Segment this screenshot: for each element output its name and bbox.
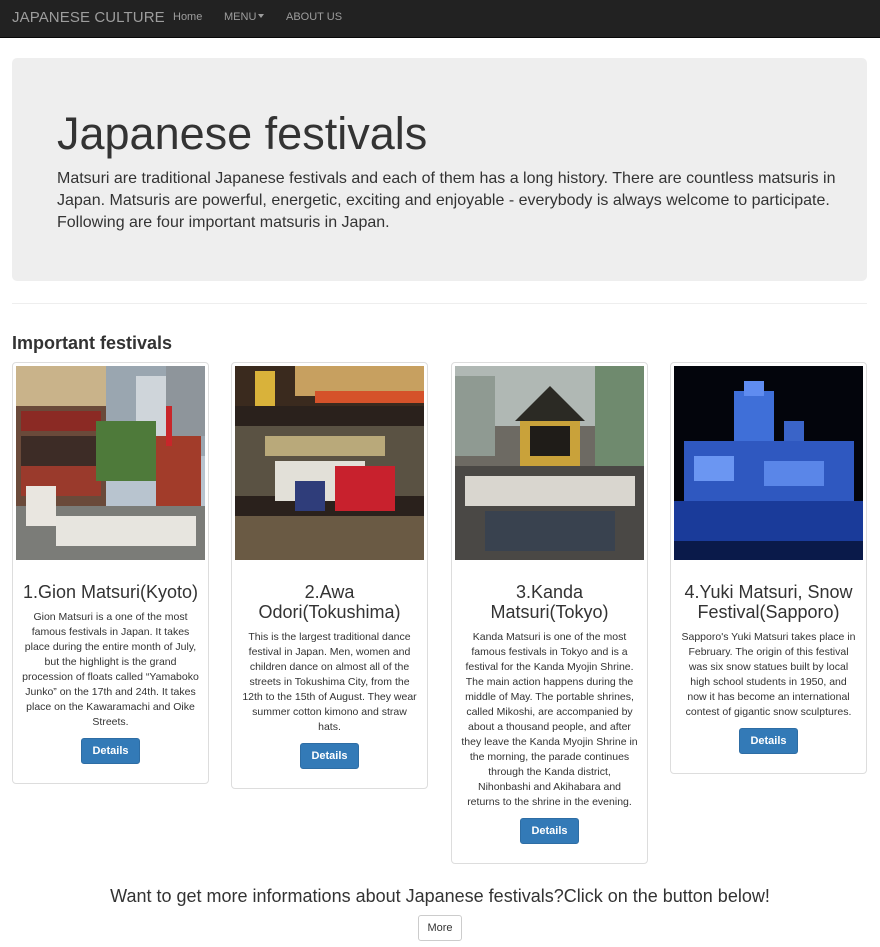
festival-text-gion: Gion Matsuri is a one of the most famous…: [22, 611, 199, 728]
festival-card-gion: 1.Gion Matsuri(Kyoto) Gion Matsuri is a …: [12, 362, 209, 784]
festival-card-yuki: 4.Yuki Matsuri, Snow Festival(Sapporo) S…: [670, 362, 867, 774]
festival-image-awa-odori: [235, 366, 424, 560]
navbar-brand[interactable]: JAPANESE CULTURE: [12, 9, 165, 26]
page-title: Japanese festivals: [57, 108, 428, 159]
festival-title-awa-odori: 2.Awa Odori(Tokushima): [258, 582, 401, 622]
festival-image-yuki: [674, 366, 863, 560]
festival-card-kanda: 3.Kanda Matsuri(Tokyo) Kanda Matsuri is …: [451, 362, 648, 864]
nav-menu-label: MENU: [224, 11, 257, 23]
nav-menu-dropdown[interactable]: MENU: [224, 11, 265, 23]
festival-caption-gion: 1.Gion Matsuri(Kyoto) Gion Matsuri is a …: [16, 582, 205, 780]
jumbotron: Japanese festivals Matsuri are tradition…: [12, 58, 867, 281]
festival-text-awa-odori: This is the largest traditional dance fe…: [242, 631, 417, 733]
festival-text-yuki: Sapporo's Yuki Matsuri takes place in Fe…: [681, 631, 856, 718]
nav-home-link[interactable]: Home: [173, 11, 202, 23]
section-title: Important festivals: [12, 333, 173, 353]
details-button-yuki[interactable]: Details: [739, 728, 798, 754]
festival-text-kanda: Kanda Matsuri is one of the most famous …: [461, 631, 638, 808]
footer-text: Want to get more informations about Japa…: [110, 886, 770, 906]
details-button-awa-odori[interactable]: Details: [300, 743, 359, 769]
festival-title-kanda: 3.Kanda Matsuri(Tokyo): [490, 582, 609, 622]
festival-card-awa-odori: 2.Awa Odori(Tokushima) This is the large…: [231, 362, 428, 789]
details-button-gion[interactable]: Details: [81, 738, 140, 764]
nav-about-link[interactable]: ABOUT US: [286, 11, 342, 23]
festival-image-gion: [16, 366, 205, 560]
festival-title-gion: 1.Gion Matsuri(Kyoto): [22, 582, 199, 602]
details-button-kanda[interactable]: Details: [520, 818, 579, 844]
caret-down-icon: [258, 14, 265, 19]
navbar: JAPANESE CULTURE Home MENU ABOUT US: [0, 0, 880, 38]
festival-image-kanda: [455, 366, 644, 560]
festival-caption-yuki: 4.Yuki Matsuri, Snow Festival(Sapporo) S…: [674, 582, 863, 770]
more-button[interactable]: More: [418, 915, 462, 941]
intro-text: Matsuri are traditional Japanese festiva…: [57, 170, 836, 231]
divider: [12, 303, 867, 304]
festival-caption-awa-odori: 2.Awa Odori(Tokushima) This is the large…: [235, 582, 424, 785]
festival-caption-kanda: 3.Kanda Matsuri(Tokyo) Kanda Matsuri is …: [455, 582, 644, 860]
festival-title-yuki: 4.Yuki Matsuri, Snow Festival(Sapporo): [684, 582, 853, 622]
